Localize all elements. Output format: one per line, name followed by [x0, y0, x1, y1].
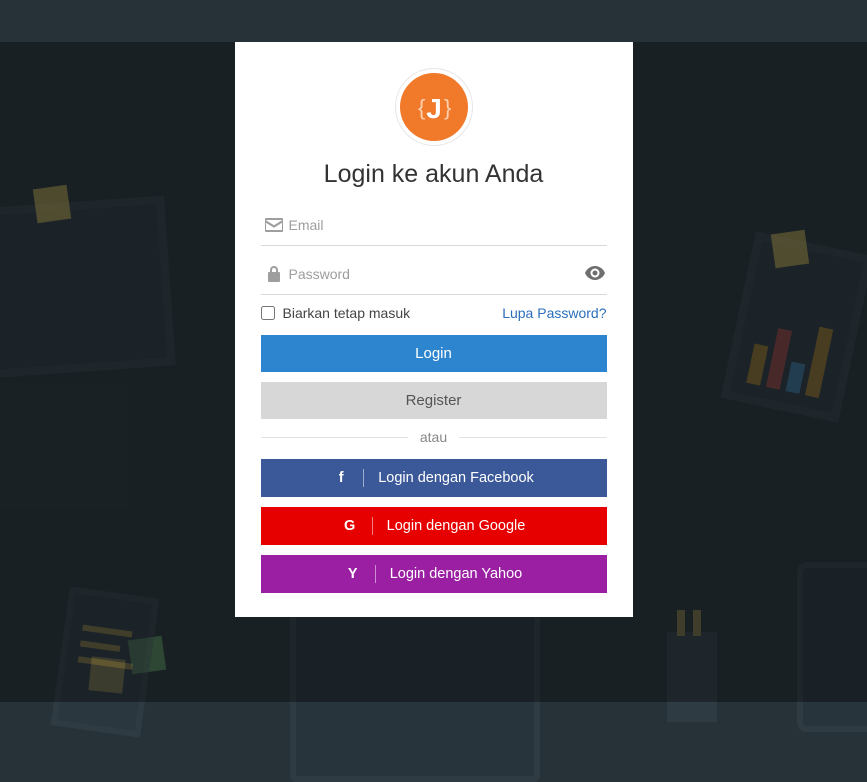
login-card: { } J Login ke akun Anda Biarkan tetap m — [235, 42, 633, 617]
logo-badge: { } J — [400, 73, 468, 141]
page-title: Login ke akun Anda — [261, 160, 607, 189]
logo: { } J — [261, 68, 607, 146]
divider-or: atau — [261, 429, 607, 445]
separator — [375, 565, 376, 583]
remember-me-label[interactable]: Biarkan tetap masuk — [261, 305, 411, 321]
facebook-icon: f — [333, 470, 349, 486]
login-button[interactable]: Login — [261, 335, 607, 372]
password-field-wrap — [261, 256, 607, 295]
logo-letter: J — [426, 93, 442, 124]
google-button-label: Login dengan Google — [387, 518, 526, 534]
login-facebook-button[interactable]: f Login dengan Facebook — [261, 459, 607, 497]
facebook-button-label: Login dengan Facebook — [378, 470, 534, 486]
svg-text:}: } — [444, 95, 451, 120]
email-input[interactable] — [287, 213, 607, 237]
email-icon — [261, 218, 287, 232]
yahoo-button-label: Login dengan Yahoo — [390, 566, 523, 582]
remember-me-checkbox[interactable] — [261, 306, 275, 320]
register-button[interactable]: Register — [261, 382, 607, 419]
separator — [363, 469, 364, 487]
remember-me-text: Biarkan tetap masuk — [283, 305, 411, 321]
divider-label: atau — [408, 429, 459, 445]
google-icon: G — [342, 518, 358, 534]
yahoo-icon: Y — [345, 566, 361, 582]
lock-icon — [261, 266, 287, 282]
toggle-password-visibility-button[interactable] — [583, 266, 607, 283]
login-google-button[interactable]: G Login dengan Google — [261, 507, 607, 545]
login-yahoo-button[interactable]: Y Login dengan Yahoo — [261, 555, 607, 593]
forgot-password-link[interactable]: Lupa Password? — [502, 305, 606, 321]
svg-text:{: { — [418, 95, 425, 120]
password-input[interactable] — [287, 262, 583, 286]
separator — [372, 517, 373, 535]
email-field-wrap — [261, 207, 607, 246]
eye-icon — [585, 266, 605, 283]
